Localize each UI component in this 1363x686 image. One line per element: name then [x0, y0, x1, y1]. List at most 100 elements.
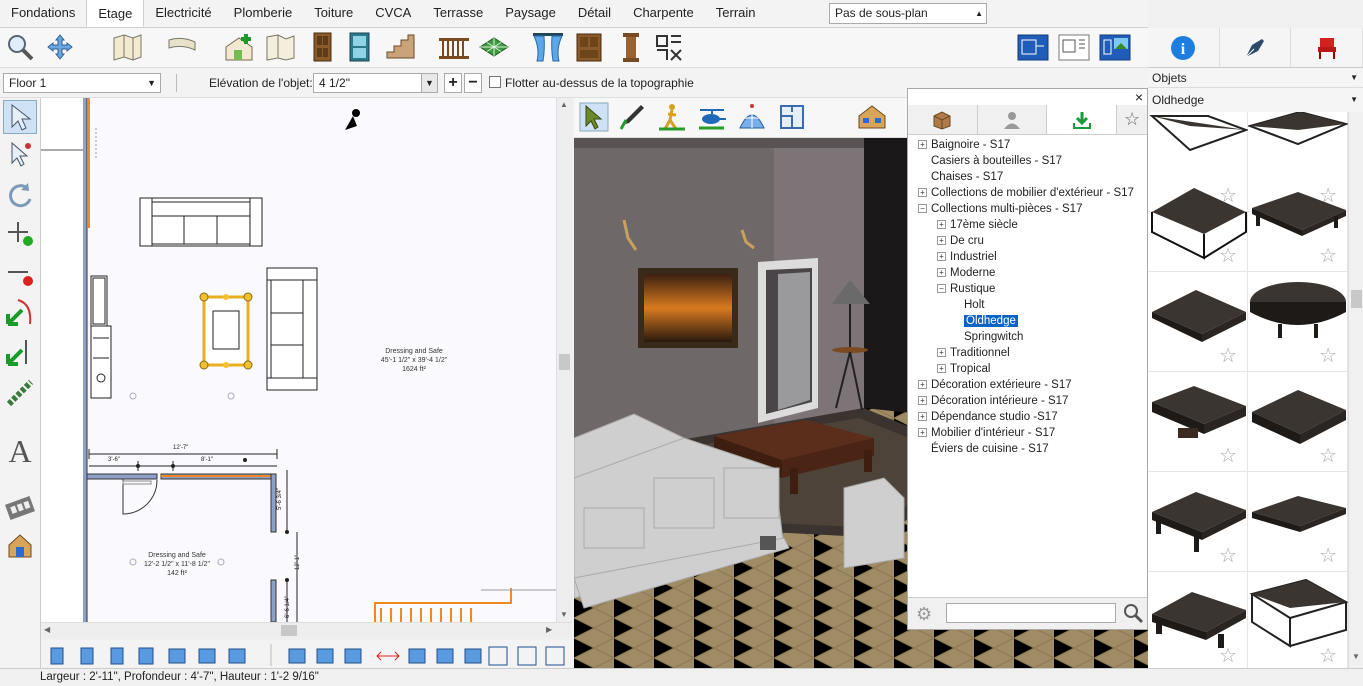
star-outline-icon[interactable]: ☆ — [1219, 543, 1237, 568]
tree-item[interactable]: + Industriel — [937, 249, 997, 265]
remove-point-icon[interactable] — [3, 256, 37, 290]
3d-select-icon[interactable] — [578, 101, 610, 133]
tab-paysage[interactable]: Paysage — [494, 0, 567, 27]
collapse-icon[interactable]: − — [937, 284, 946, 294]
decrease-button[interactable]: − — [464, 73, 482, 93]
plan-document-icon[interactable] — [1056, 31, 1092, 63]
scroll-right-icon[interactable]: ▶ — [546, 625, 552, 634]
tree-item[interactable]: Chaises - S17 — [918, 169, 1003, 185]
tab-plomberie[interactable]: Plomberie — [223, 0, 304, 27]
thumbnail-item[interactable]: ☆ — [1148, 472, 1248, 572]
floor-plan-view-icon[interactable] — [1015, 31, 1051, 63]
tree-item[interactable]: + Décoration intérieure - S17 — [918, 393, 1068, 409]
thumbnail-item[interactable]: ☆ — [1148, 172, 1248, 272]
select-edit-icon[interactable] — [3, 138, 37, 172]
pen-tab[interactable] — [1220, 28, 1292, 67]
tree-item[interactable]: + Décoration extérieure - S17 — [918, 377, 1072, 393]
scroll-thumb[interactable] — [281, 625, 297, 636]
house-view-icon[interactable] — [3, 528, 37, 562]
thumbnail-item[interactable]: ☆ — [1248, 472, 1348, 572]
plan-horizontal-scrollbar[interactable]: ◀ ▶ — [41, 622, 572, 638]
star-outline-icon[interactable]: ☆ — [1319, 543, 1337, 568]
scroll-down-icon[interactable]: ▼ — [560, 610, 568, 619]
star-outline-icon[interactable]: ☆ — [1319, 243, 1337, 268]
settings-gear-icon[interactable]: ⚙ — [916, 604, 932, 625]
dome-view-icon[interactable] — [736, 101, 768, 133]
exterior-view-icon[interactable] — [856, 101, 888, 133]
tree-item[interactable]: Oldhedge — [956, 313, 1018, 329]
expand-icon[interactable]: + — [937, 364, 946, 374]
window-icon[interactable] — [343, 31, 375, 63]
rotate-icon[interactable] — [3, 178, 37, 212]
expand-icon[interactable]: + — [937, 268, 946, 278]
text-tool-icon[interactable]: A — [3, 433, 37, 469]
tree-item[interactable]: + Moderne — [937, 265, 995, 281]
tree-item[interactable]: Springwitch — [956, 329, 1023, 345]
add-room-icon[interactable] — [222, 31, 254, 63]
add-point-icon[interactable] — [3, 216, 37, 250]
user-library-tab[interactable] — [977, 105, 1048, 134]
walkthrough-icon[interactable] — [656, 101, 688, 133]
star-outline-icon[interactable]: ☆ — [1219, 443, 1237, 468]
scroll-left-icon[interactable]: ◀ — [44, 625, 50, 634]
thumbnail-item[interactable]: ☆ — [1248, 372, 1348, 472]
expand-icon[interactable]: + — [937, 220, 946, 230]
tree-item[interactable]: + Mobilier d'intérieur - S17 — [918, 425, 1055, 441]
star-outline-icon[interactable]: ☆ — [1319, 343, 1337, 368]
increase-button[interactable]: + — [444, 73, 462, 93]
search-icon[interactable] — [1122, 602, 1144, 627]
3d-view-icon[interactable] — [1097, 31, 1133, 63]
tree-item[interactable]: − Rustique — [937, 281, 995, 297]
floor-pattern-icon[interactable] — [478, 31, 510, 63]
expand-icon[interactable]: + — [918, 396, 927, 406]
tree-item[interactable]: + Baignoire - S17 — [918, 137, 1010, 153]
tab-charpente[interactable]: Charpente — [622, 0, 705, 27]
align-to-icon[interactable] — [3, 336, 37, 370]
tree-item[interactable]: + Tropical — [937, 361, 990, 377]
tab-etage[interactable]: Etage — [86, 0, 145, 27]
select-arrow-icon[interactable] — [3, 100, 37, 134]
zoom-icon[interactable] — [4, 31, 36, 63]
expand-icon[interactable]: + — [937, 348, 946, 358]
cad-tools-icon[interactable] — [653, 31, 685, 63]
tree-item[interactable]: +17ème siècle — [937, 217, 1018, 233]
elevation-input[interactable]: 4 1/2" ▼ — [313, 73, 438, 93]
floor-map-icon[interactable] — [264, 31, 296, 63]
thumbnail-item[interactable]: ☆ — [1248, 272, 1348, 372]
float-checkbox[interactable] — [489, 76, 501, 88]
expand-icon[interactable]: + — [918, 412, 927, 422]
floor-plan-view[interactable]: Dressing and Safe 45'-1 1/2" x 39'-4 1/2… — [41, 98, 556, 622]
curtains-icon[interactable] — [531, 31, 563, 63]
thumbnail-item[interactable]: ☆ — [1148, 272, 1248, 372]
expand-icon[interactable]: + — [937, 236, 946, 246]
tab-fondations[interactable]: Fondations — [0, 0, 86, 27]
film-strip-icon[interactable] — [3, 490, 37, 524]
tab-terrasse[interactable]: Terrasse — [422, 0, 494, 27]
scroll-up-icon[interactable]: ▲ — [560, 100, 568, 109]
scroll-thumb[interactable] — [559, 354, 570, 370]
thumbnails-scrollbar[interactable]: ▼ — [1348, 112, 1363, 668]
plan-vertical-scrollbar[interactable]: ▲ ▼ — [556, 98, 572, 622]
collapse-icon[interactable]: − — [918, 204, 927, 214]
vine-array-icon[interactable] — [3, 376, 37, 410]
tree-item[interactable]: Casiers à bouteilles - S17 — [918, 153, 1062, 169]
floor-overview-icon[interactable] — [776, 101, 808, 133]
collection-select[interactable]: Oldhedge ▼ — [1148, 90, 1363, 110]
expand-icon[interactable]: + — [918, 140, 927, 150]
furniture-tab[interactable] — [1291, 28, 1363, 67]
tab-electricite[interactable]: Electricité — [144, 0, 222, 27]
download-library-tab[interactable] — [1047, 105, 1118, 134]
star-outline-icon[interactable]: ☆ — [1219, 643, 1237, 668]
thumbnail-item[interactable]: ☆ — [1248, 572, 1348, 668]
library-search-input[interactable] — [946, 603, 1116, 623]
favorites-tab[interactable]: ☆ — [1117, 105, 1148, 134]
cabinet-icon[interactable] — [573, 31, 605, 63]
floor-plan-book-icon[interactable] — [111, 31, 143, 63]
move-to-icon[interactable] — [3, 296, 37, 330]
scroll-down-icon[interactable]: ▼ — [1352, 652, 1360, 661]
expand-icon[interactable]: + — [918, 380, 927, 390]
star-outline-icon[interactable]: ☆ — [1219, 343, 1237, 368]
scroll-thumb[interactable] — [1351, 290, 1362, 308]
tree-item[interactable]: Éviers de cuisine - S17 — [918, 441, 1049, 457]
tree-item[interactable]: + Dépendance studio -S17 — [918, 409, 1058, 425]
